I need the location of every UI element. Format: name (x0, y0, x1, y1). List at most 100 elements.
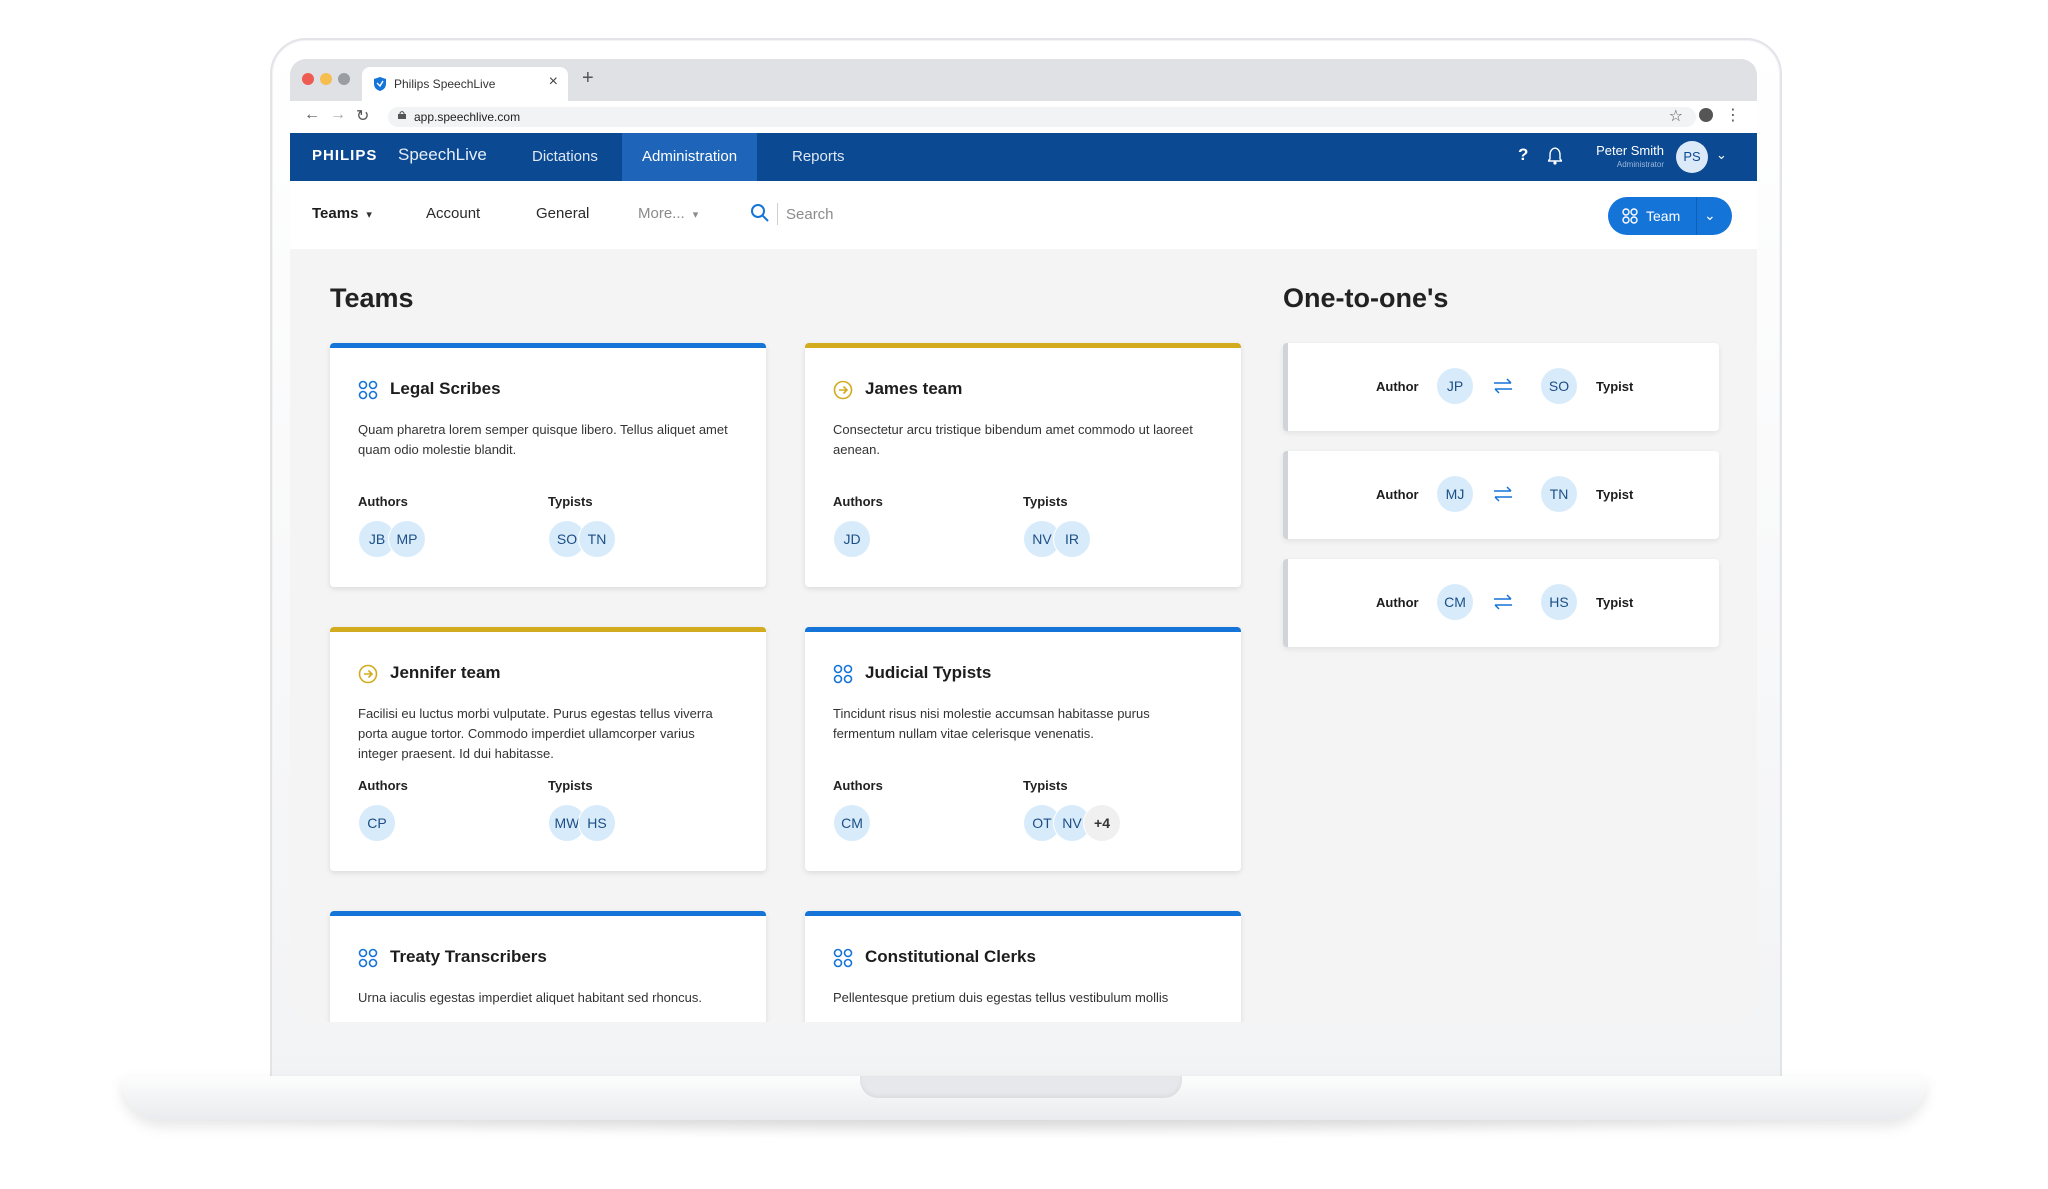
search-icon[interactable] (750, 203, 770, 223)
address-bar: ← → ↻ app.speechlive.com ☆ ⋮ (290, 101, 1757, 134)
one-to-ones-heading: One-to-one's (1283, 283, 1449, 313)
subnav-teams-label: Teams (312, 205, 359, 222)
subnav-more-label: More... (638, 205, 685, 222)
forward-icon[interactable]: → (330, 106, 346, 124)
subnav-teams[interactable]: Teams ▾ (312, 205, 372, 222)
browser-window: Philips SpeechLive × + ← → ↻ app.speechl… (290, 59, 1757, 1022)
nav-administration[interactable]: Administration (622, 133, 758, 181)
avatar[interactable]: CM (833, 804, 871, 842)
author-label: Author (1376, 379, 1419, 394)
one-to-one-card[interactable]: Author MJ TN Typist (1283, 451, 1719, 539)
avatar[interactable]: JP (1436, 367, 1474, 405)
typists-label: Typists (1023, 494, 1068, 509)
chevron-down-icon[interactable]: ⌄ (1704, 207, 1716, 224)
maximize-window-button[interactable] (338, 73, 350, 85)
typist-label: Typist (1596, 379, 1634, 394)
team-name: James team (865, 379, 963, 398)
avatar[interactable]: TN (1540, 475, 1578, 513)
avatar[interactable]: TN (578, 520, 616, 558)
team-name: Legal Scribes (390, 379, 501, 398)
author-label: Author (1376, 487, 1419, 502)
one-to-one-card[interactable]: Author CM HS Typist (1283, 559, 1719, 647)
team-name: Constitutional Clerks (865, 947, 1036, 966)
subnav-account[interactable]: Account (426, 205, 480, 222)
sub-navigation: Teams ▾ Account General More... ▾ Team ⌄ (290, 181, 1757, 249)
team-card-jennifer-team[interactable]: Jennifer team Facilisi eu luctus morbi v… (330, 627, 766, 871)
swap-arrows-icon (1494, 594, 1512, 610)
browser-menu-icon[interactable]: ⋮ (1725, 105, 1741, 125)
user-name: Peter Smith (1596, 143, 1664, 158)
brand-logo[interactable]: PHILIPS (312, 147, 377, 164)
authors-label: Authors (358, 778, 408, 793)
team-description: Consectetur arcu tristique bibendum amet… (833, 422, 1193, 457)
tab-bar: Philips SpeechLive × + (290, 59, 1757, 101)
shield-favicon-icon (374, 77, 386, 91)
notification-bell-icon[interactable] (1548, 147, 1562, 165)
team-description: Tincidunt risus nisi molestie accumsan h… (833, 706, 1150, 741)
team-name: Judicial Typists (865, 663, 992, 682)
team-description: Facilisi eu luctus morbi vulputate. Puru… (358, 706, 713, 761)
avatar[interactable]: HS (578, 804, 616, 842)
reload-icon[interactable]: ↻ (356, 106, 369, 126)
url-field[interactable]: app.speechlive.com (388, 107, 1696, 127)
browser-tab[interactable]: Philips SpeechLive × (362, 67, 568, 101)
author-label: Author (1376, 595, 1419, 610)
url-text: app.speechlive.com (414, 110, 521, 124)
close-tab-icon[interactable]: × (549, 73, 558, 91)
avatar[interactable]: MP (388, 520, 426, 558)
subnav-more[interactable]: More... ▾ (638, 205, 698, 222)
nav-dictations[interactable]: Dictations (512, 133, 618, 181)
team-icon (833, 948, 853, 968)
authors-label: Authors (833, 778, 883, 793)
team-description: Urna iaculis egestas imperdiet aliquet h… (358, 990, 702, 1005)
avatar[interactable]: CP (358, 804, 396, 842)
minimize-window-button[interactable] (320, 73, 332, 85)
team-button-label: Team (1646, 208, 1681, 224)
authors-label: Authors (833, 494, 883, 509)
close-window-button[interactable] (302, 73, 314, 85)
chevron-down-icon: ▾ (366, 209, 372, 221)
swap-arrows-icon (1494, 378, 1512, 394)
avatar[interactable]: HS (1540, 583, 1578, 621)
team-card-treaty-transcribers[interactable]: Treaty Transcribers Urna iaculis egestas… (330, 911, 766, 1022)
nav-reports[interactable]: Reports (772, 133, 865, 181)
avatar[interactable]: SO (1540, 367, 1578, 405)
one-to-one-card[interactable]: Author JP SO Typist (1283, 343, 1719, 431)
avatar[interactable]: MJ (1436, 475, 1474, 513)
main-content: Teams One-to-one's Legal Scribes Quam ph… (290, 249, 1757, 1022)
back-icon[interactable]: ← (304, 106, 320, 124)
user-menu-chevron-icon[interactable]: ⌄ (1716, 147, 1727, 163)
user-avatar[interactable]: PS (1676, 141, 1708, 173)
team-card-judicial-typists[interactable]: Judicial Typists Tincidunt risus nisi mo… (805, 627, 1241, 871)
typists-label: Typists (1023, 778, 1068, 793)
team-icon (358, 948, 378, 968)
lock-icon (398, 111, 406, 119)
team-card-james-team[interactable]: James team Consectetur arcu tristique bi… (805, 343, 1241, 587)
avatar[interactable]: IR (1053, 520, 1091, 558)
more-typists-badge[interactable]: +4 (1083, 804, 1121, 842)
new-tab-icon[interactable]: + (582, 67, 594, 90)
user-role: Administrator (1616, 160, 1664, 169)
profile-icon[interactable] (1699, 108, 1713, 122)
team-card-constitutional-clerks[interactable]: Constitutional Clerks Pellentesque preti… (805, 911, 1241, 1022)
team-name: Treaty Transcribers (390, 947, 547, 966)
bookmark-star-icon[interactable]: ☆ (1669, 106, 1683, 126)
typist-label: Typist (1596, 595, 1634, 610)
team-card-legal-scribes[interactable]: Legal Scribes Quam pharetra lorem semper… (330, 343, 766, 587)
arrow-circle-icon (833, 380, 853, 400)
team-icon (1622, 208, 1638, 224)
team-icon (358, 380, 378, 400)
help-icon[interactable]: ? (1518, 145, 1528, 165)
team-description: Pellentesque pretium duis egestas tellus… (833, 990, 1169, 1005)
avatar[interactable]: CM (1436, 583, 1474, 621)
subnav-general[interactable]: General (536, 205, 589, 222)
product-name: SpeechLive (398, 145, 487, 164)
typist-label: Typist (1596, 487, 1634, 502)
avatar[interactable]: JD (833, 520, 871, 558)
add-team-button[interactable]: Team ⌄ (1608, 197, 1732, 235)
swap-arrows-icon (1494, 486, 1512, 502)
authors-label: Authors (358, 494, 408, 509)
search-input[interactable] (784, 201, 988, 227)
arrow-circle-icon (358, 664, 378, 684)
teams-heading: Teams (330, 283, 414, 313)
